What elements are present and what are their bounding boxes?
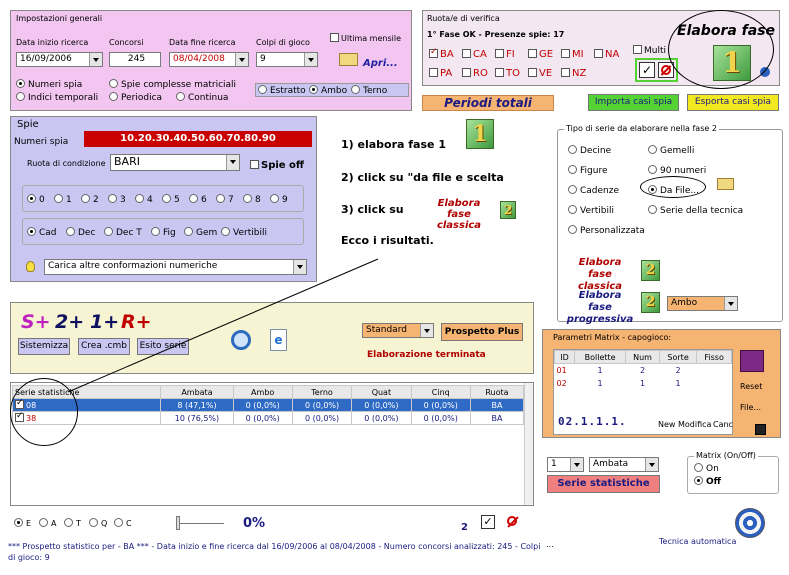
radio-dot: [39, 518, 48, 527]
radio-dot: [694, 476, 703, 485]
status-bar-text: *** Prospetto statistico per - BA *** - …: [8, 542, 541, 562]
radio-dot: [694, 463, 703, 472]
radio-dot: [89, 518, 98, 527]
annotation-line: [67, 258, 379, 393]
bottom-radio-label: A: [51, 519, 57, 528]
sorte-num-select[interactable]: 1: [547, 457, 584, 472]
matrix-onoff-title: Matrix (On/Off): [694, 451, 758, 460]
bottom-radio-label: E: [26, 519, 32, 528]
bottom-radio-q[interactable]: Q: [89, 518, 107, 529]
bottom-radio-label: T: [76, 519, 81, 528]
bottom-check-button[interactable]: ✓: [481, 515, 495, 529]
chevron-down-icon: [570, 458, 583, 471]
slider-track: [178, 523, 224, 524]
tecnica-automatica-label: Tecnica automatica: [659, 537, 737, 546]
matrix-off-radio[interactable]: Off: [694, 476, 721, 487]
matrix-off-label: Off: [706, 477, 721, 487]
sorte-type-value: Ambata: [593, 459, 629, 469]
bottom-radio-label: C: [126, 519, 132, 528]
count-label: 2: [461, 522, 468, 533]
bottom-radio-t[interactable]: T: [64, 518, 81, 529]
progress-percent: 0%: [243, 516, 266, 531]
radio-dot: [14, 518, 23, 527]
slider-thumb[interactable]: [176, 516, 180, 530]
target-icon[interactable]: [735, 508, 765, 538]
bottom-radio-c[interactable]: C: [114, 518, 132, 529]
bottom-radio-label: Q: [101, 519, 108, 528]
radio-dot: [64, 518, 73, 527]
matrix-on-radio[interactable]: On: [694, 463, 719, 474]
serie-statistiche-button[interactable]: Serie statistiche: [547, 475, 660, 493]
sorte-type-select[interactable]: Ambata: [589, 457, 659, 472]
chevron-down-icon: [645, 458, 658, 471]
matrix-onoff-group: Matrix (On/Off): [687, 451, 779, 494]
status-dots: ...: [546, 540, 554, 549]
matrix-on-label: On: [706, 464, 719, 474]
bottom-radio-a[interactable]: A: [39, 518, 56, 529]
progress-slider[interactable]: [176, 516, 226, 530]
radio-dot: [114, 518, 123, 527]
bottom-radio-e[interactable]: E: [14, 518, 31, 529]
sorte-num-value: 1: [551, 459, 557, 469]
bottom-cancel-button[interactable]: [506, 515, 520, 529]
